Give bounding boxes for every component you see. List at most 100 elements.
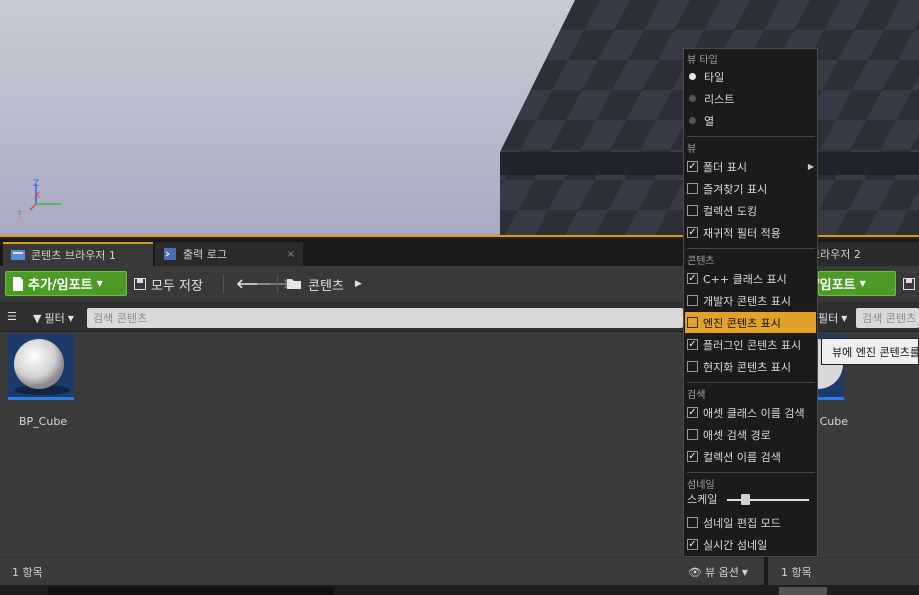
chevron-down-icon: ▼ — [67, 313, 74, 323]
checkbox-checked-icon: ✓ — [687, 160, 698, 172]
menu-divider — [687, 382, 815, 383]
toolbar-divider — [223, 274, 224, 294]
scale-slider-track[interactable] — [727, 499, 809, 501]
search-input-right[interactable]: 검색 콘텐츠 — [856, 308, 919, 328]
add-import-button-right[interactable]: 추가/임포트 ▼ — [791, 271, 896, 296]
asset-name: BP_Cube — [19, 415, 68, 428]
chevron-down-icon: ▼ — [859, 279, 866, 288]
menu-item-label: 플러그인 콘텐츠 표시 — [703, 338, 802, 352]
menu-item-label: 애셋 검색 경로 — [703, 428, 771, 442]
file-icon — [13, 276, 23, 291]
asset-tile[interactable] — [8, 334, 74, 400]
submenu-arrow-icon: ▶ — [807, 162, 814, 171]
tab-output-log[interactable]: 출력 로그 × — [155, 242, 303, 266]
section-view: 뷰 — [687, 144, 697, 155]
menu-item-search-paths[interactable]: 애셋 검색 경로 — [685, 424, 816, 445]
menu-item-label: 애셋 클래스 이름 검색 — [703, 406, 805, 420]
item-count: 1 항목 — [12, 566, 43, 579]
section-search: 검색 — [687, 390, 706, 401]
menu-item-dock-collections[interactable]: 컬렉션 도킹 — [685, 200, 816, 221]
scale-slider-handle[interactable] — [740, 494, 750, 505]
close-icon[interactable]: × — [287, 249, 295, 260]
menu-item-show-developer[interactable]: 개발자 콘텐츠 표시 — [685, 290, 816, 311]
checkbox-icon — [687, 183, 698, 194]
menu-item-realtime-thumbnails[interactable]: ✓ 실시간 섬네일 — [685, 534, 816, 555]
menu-item-list[interactable]: 리스트 — [685, 88, 816, 109]
content-browser-icon — [11, 250, 25, 260]
view-options-label: 뷰 옵션 — [704, 566, 739, 579]
history-forward-button[interactable]: 🡒 — [256, 274, 291, 294]
status-bar: 1 항목 👁 뷰 옵션 ▼ 1 항목 — [0, 557, 919, 585]
tab-content-browser-1[interactable]: 콘텐츠 브라우저 1 — [3, 242, 153, 266]
menu-item-show-localized[interactable]: 현지화 콘텐츠 표시 — [685, 356, 816, 377]
checkbox-icon — [687, 205, 698, 216]
chevron-down-icon: ▼ — [741, 567, 748, 577]
axis-z-label: Z — [33, 179, 39, 189]
tooltip: 뷰에 엔진 콘텐츠를 — [821, 338, 919, 365]
tab-label: 콘텐츠 브라우저 1 — [31, 249, 116, 262]
filter-icon: ▼ — [33, 311, 42, 325]
list-icon: ☰ — [7, 310, 17, 323]
menu-item-show-folders[interactable]: ✓ 폴더 표시 ▶ — [685, 156, 816, 177]
save-all-button-right[interactable] — [903, 274, 915, 294]
menu-item-search-collection-names[interactable]: ✓ 컬렉션 이름 검색 — [685, 446, 816, 467]
menu-item-label: 개발자 콘텐츠 표시 — [703, 294, 791, 308]
folder-open-icon — [287, 279, 301, 289]
view-options-menu: 뷰 타입 타일 리스트 열 뷰 ✓ 폴더 표시 ▶ 즐겨찾기 표시 컬렉션 도킹… — [683, 48, 818, 557]
filter-button[interactable]: ▼ 필터 ▼ — [33, 310, 74, 326]
view-options-button[interactable]: 👁 뷰 옵션 ▼ — [688, 564, 748, 580]
menu-divider — [687, 472, 815, 473]
sphere-thumbnail — [14, 339, 70, 395]
eye-icon: 👁 — [688, 565, 702, 579]
tab-label: 출력 로그 — [183, 248, 227, 261]
panel-splitter[interactable] — [764, 557, 768, 585]
chevron-down-icon: ▼ — [841, 313, 848, 323]
menu-item-columns[interactable]: 열 — [685, 110, 816, 131]
checkbox-checked-icon: ✓ — [687, 272, 698, 284]
toolbar-divider — [277, 274, 278, 294]
checkbox-icon — [687, 295, 698, 306]
checkbox-checked-icon: ✓ — [687, 406, 698, 418]
radio-selected-icon — [689, 73, 696, 80]
bottom-panel-right — [779, 587, 827, 595]
checkbox-icon — [687, 361, 698, 372]
bottom-panel — [48, 587, 334, 595]
menu-item-show-engine[interactable]: 엔진 콘텐츠 표시 — [685, 312, 816, 333]
add-import-label: 추가/임포트 — [28, 278, 93, 293]
menu-item-label: 타일 — [704, 70, 725, 84]
menu-item-thumbnail-edit-mode[interactable]: 섬네일 편집 모드 — [685, 512, 816, 533]
radio-icon — [689, 117, 696, 124]
menu-item-search-class-names[interactable]: ✓ 애셋 클래스 이름 검색 — [685, 402, 816, 423]
menu-item-label: 즐겨찾기 표시 — [703, 182, 768, 196]
menu-item-label: 현지화 콘텐츠 표시 — [703, 360, 791, 374]
breadcrumb-arrow-icon[interactable]: ▶ — [355, 279, 362, 289]
menu-item-show-cpp[interactable]: ✓ C++ 클래스 표시 — [685, 268, 816, 289]
menu-item-label: 엔진 콘텐츠 표시 — [703, 316, 781, 330]
menu-item-label: 열 — [704, 114, 715, 128]
tooltip-text: 뷰에 엔진 콘텐츠를 — [832, 345, 919, 359]
breadcrumb-content[interactable]: 콘텐츠 — [308, 275, 344, 294]
save-all-label: 모두 저장 — [151, 278, 203, 294]
menu-divider — [687, 248, 815, 249]
help-icon[interactable]: ? — [17, 210, 22, 220]
save-icon — [903, 278, 915, 290]
filter-button-right[interactable]: 필터 ▼ — [818, 310, 847, 326]
menu-item-recursive-filter[interactable]: ✓ 재귀적 필터 적용 — [685, 222, 816, 243]
checkbox-checked-icon: ✓ — [687, 226, 698, 238]
save-all-button[interactable]: 모두 저장 — [134, 274, 203, 294]
menu-item-label: 컬렉션 도킹 — [703, 204, 758, 218]
checkbox-icon — [687, 429, 698, 440]
checkbox-icon — [687, 317, 698, 328]
menu-item-tile[interactable]: 타일 — [685, 66, 816, 87]
menu-item-label: 컬렉션 이름 검색 — [703, 450, 781, 464]
menu-item-label: 실시간 섬네일 — [703, 538, 768, 552]
menu-item-show-plugin[interactable]: ✓ 플러그인 콘텐츠 표시 — [685, 334, 816, 355]
menu-item-show-favorites[interactable]: 즐겨찾기 표시 — [685, 178, 816, 199]
breadcrumb[interactable]: 콘텐츠 ▶ — [287, 274, 362, 294]
menu-divider — [687, 136, 815, 137]
add-import-button[interactable]: 추가/임포트 ▼ — [5, 271, 127, 296]
sources-toggle-button[interactable]: ☰ — [7, 310, 17, 323]
bottom-strip — [0, 585, 919, 595]
search-input[interactable]: 검색 콘텐츠 — [87, 308, 683, 328]
menu-item-label: 폴더 표시 — [703, 160, 747, 174]
